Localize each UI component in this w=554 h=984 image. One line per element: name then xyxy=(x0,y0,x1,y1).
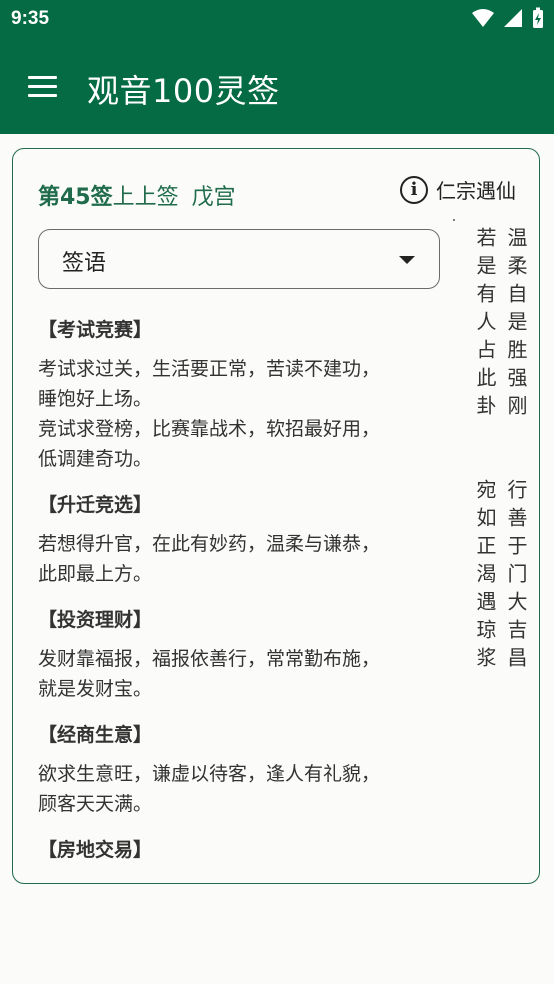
text-line: 考试求过关，生活要正常，苦读不建功， xyxy=(38,358,381,380)
text-line: 就是发财宝。 xyxy=(38,678,153,700)
section-title: 【升迁竞选】 xyxy=(38,494,153,516)
poem-column: 宛如正渴遇琼浆 xyxy=(473,479,497,675)
text-line: 竞试求登榜，比赛靠战术，软招最好用， xyxy=(38,418,381,440)
section-text: 考试求过关，生活要正常，苦读不建功， 睡饱好上场。 竞试求登榜，比赛靠战术，软招… xyxy=(38,354,438,474)
text-line: 睡饱好上场。 xyxy=(38,388,153,410)
section-text: 发财靠福报，福报依善行，常常勤布施， 就是发财宝。 xyxy=(38,644,438,704)
fortune-content[interactable]: 【考试竞赛】 考试求过关，生活要正常，苦读不建功， 睡饱好上场。 竞试求登榜，比… xyxy=(38,307,438,861)
status-icons xyxy=(472,7,544,29)
signal-icon xyxy=(504,9,522,27)
menu-icon[interactable] xyxy=(22,68,64,104)
dropdown-arrow-icon xyxy=(399,256,415,264)
section-title: 【考试竞赛】 xyxy=(38,319,153,341)
wifi-icon xyxy=(472,9,494,27)
section-select-value: 签语 xyxy=(62,251,107,276)
section-text: 若想得升官，在此有妙药，温柔与谦恭， 此即最上方。 xyxy=(38,529,438,589)
section-text: 欲求生意旺，谦虚以待客，逢人有礼貌， 顾客天天满。 xyxy=(38,759,438,819)
section-title: 【房地交易】 xyxy=(38,839,153,861)
fortune-rank: 上上签 xyxy=(112,185,179,210)
fortune-number: 第45签 xyxy=(38,185,113,210)
section-select[interactable]: 签语 xyxy=(38,229,440,289)
battery-icon xyxy=(533,7,543,28)
section-title: 【投资理财】 xyxy=(38,609,153,631)
section-title: 【经商生意】 xyxy=(38,724,153,746)
app-bar: 观音100灵签 xyxy=(0,38,554,134)
status-bar: 9:35 xyxy=(0,0,554,38)
text-line: 若想得升官，在此有妙药，温柔与谦恭， xyxy=(38,533,381,555)
text-line: 顾客天天满。 xyxy=(38,793,153,815)
text-line: 低调建奇功。 xyxy=(38,448,153,470)
app-title: 观音100灵签 xyxy=(87,72,280,110)
text-line: 发财靠福报，福报依善行，常常勤布施， xyxy=(38,648,381,670)
text-line: 此即最上方。 xyxy=(38,563,153,585)
story-info[interactable]: i 仁宗遇仙 xyxy=(400,175,516,204)
info-icon[interactable]: i xyxy=(400,175,428,204)
fortune-poem-2: 行善于门大吉昌 宛如正渴遇琼浆 xyxy=(465,479,531,939)
fortune-palace: 戊宫 xyxy=(191,185,236,210)
card-header: 第45签上上签 戊宫 xyxy=(38,179,236,211)
divider-dot xyxy=(453,219,455,221)
status-time: 9:35 xyxy=(11,8,50,29)
story-label[interactable]: 仁宗遇仙 xyxy=(436,175,516,204)
fortune-card: 第45签上上签 戊宫 i 仁宗遇仙 签语 温柔自是胜强刚 若是有人占此卦 行善于… xyxy=(12,148,540,884)
text-line: 欲求生意旺，谦虚以待客，逢人有礼貌， xyxy=(38,763,381,785)
poem-column: 行善于门大吉昌 xyxy=(504,479,528,675)
